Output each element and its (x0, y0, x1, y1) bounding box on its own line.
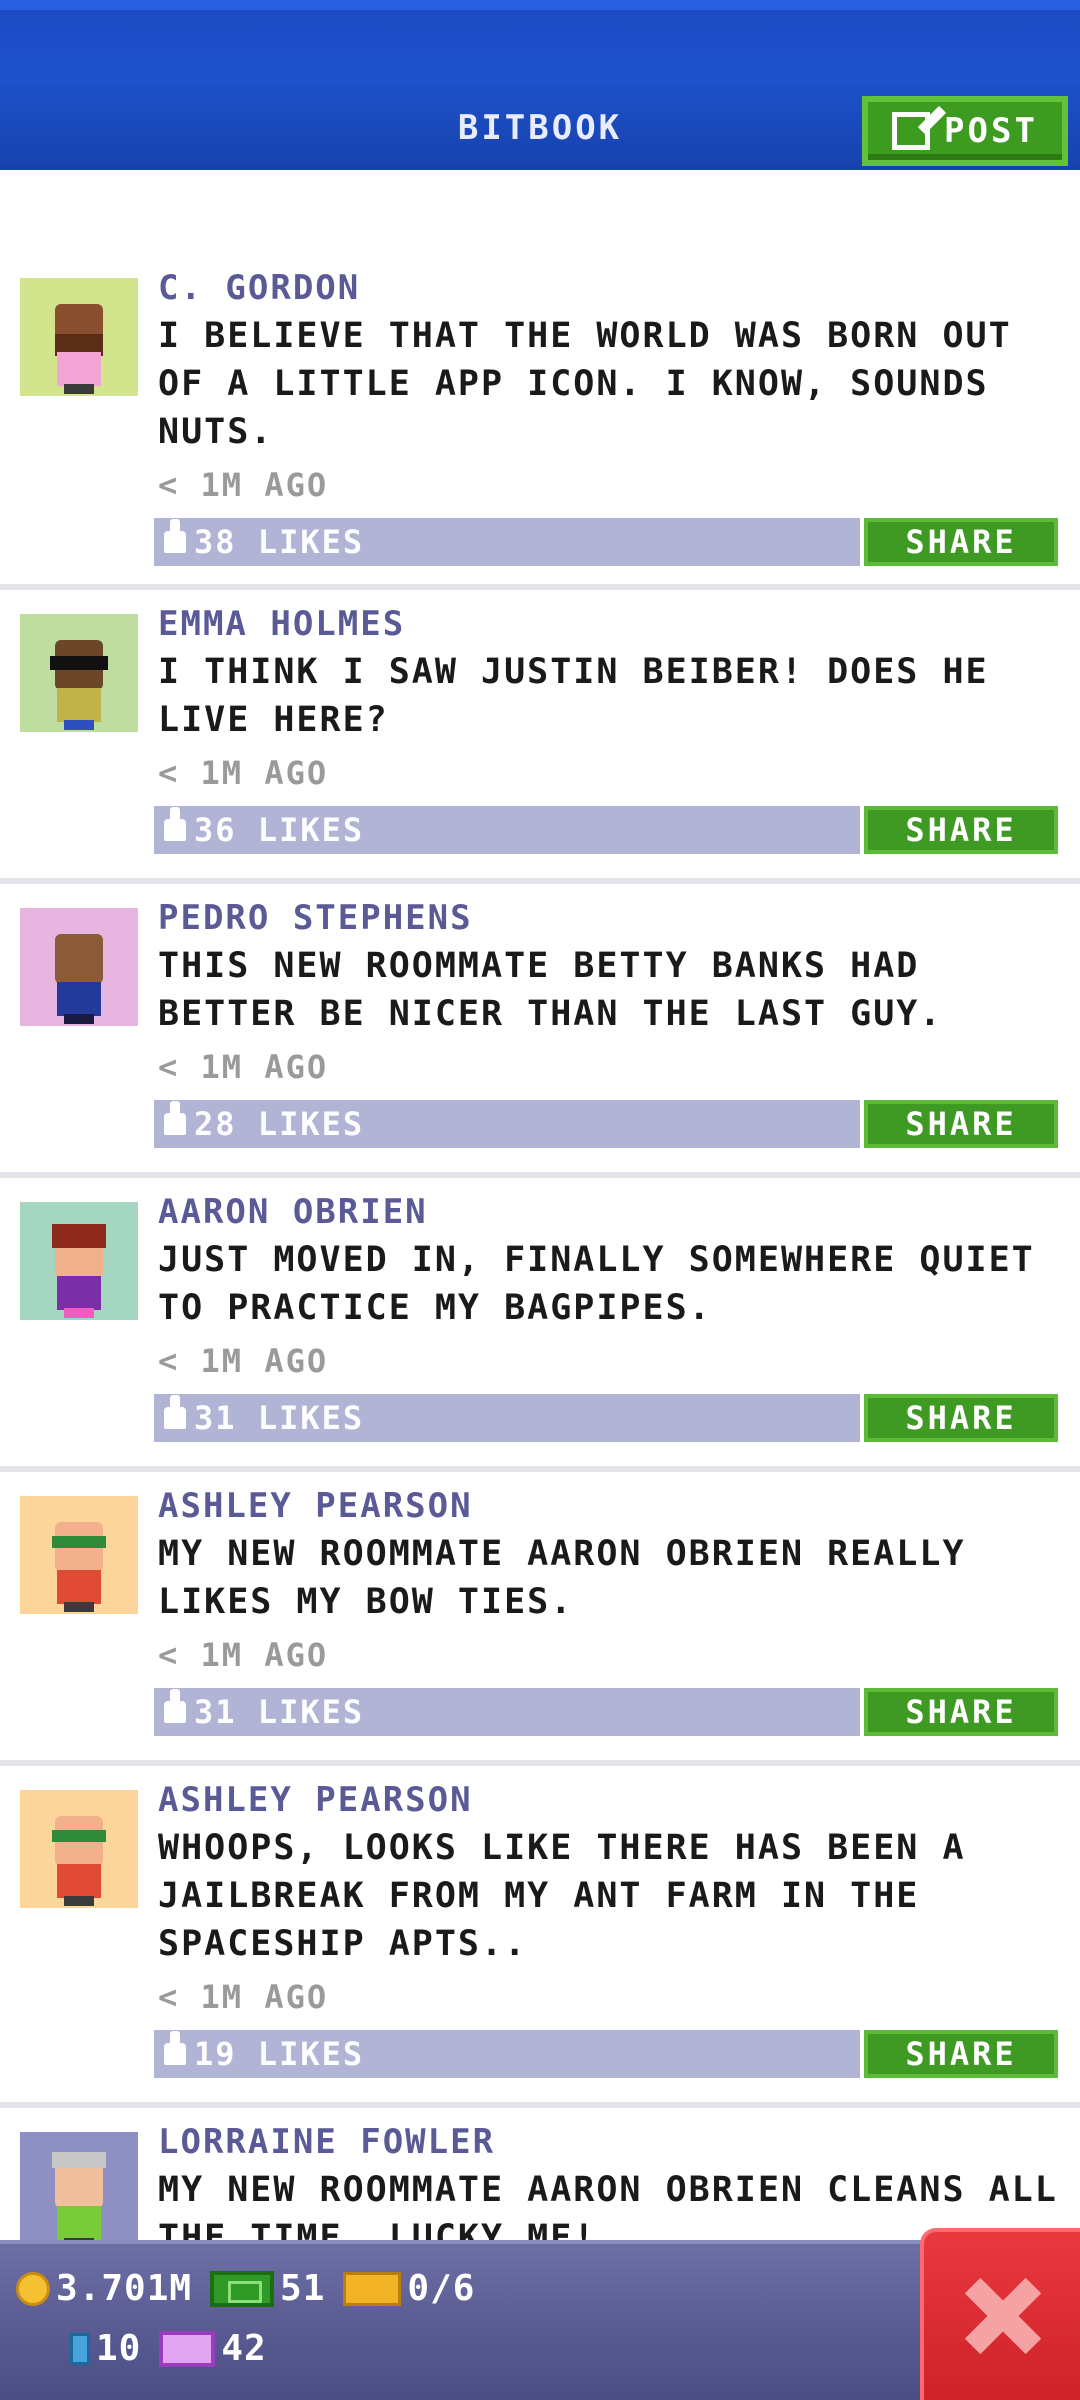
bitbook-feed[interactable]: C. GORDON I BELIEVE THAT THE WORLD WAS B… (0, 170, 1080, 2240)
post-message: MY NEW ROOMMATE AARON OBRIEN REALLY LIKE… (158, 1534, 966, 1622)
share-button[interactable]: SHARE (864, 1100, 1058, 1148)
thumbs-up-icon (164, 1689, 186, 1723)
coins-counter: 3.701M (16, 2268, 192, 2309)
post-message: WHOOPS, LOOKS LIKE THERE HAS BEEN A JAIL… (158, 1828, 966, 1964)
likes-bar[interactable]: 28 LIKES (154, 1100, 860, 1148)
thumbs-up-icon (164, 1395, 186, 1429)
feed-post: ASHLEY PEARSON MY NEW ROOMMATE AARON OBR… (0, 1478, 1080, 1766)
feed-post: ASHLEY PEARSON WHOOPS, LOOKS LIKE THERE … (0, 1772, 1080, 2108)
items-value: 10 (96, 2328, 142, 2369)
post-author[interactable]: ASHLEY PEARSON (158, 1486, 473, 1526)
likes-count: 31 LIKES (194, 1693, 365, 1731)
likes-bar[interactable]: 19 LIKES (154, 2030, 860, 2078)
thumbs-up-icon (164, 1101, 186, 1135)
feed-post: LORRAINE FOWLER MY NEW ROOMMATE AARON OB… (0, 2114, 1080, 2240)
likes-bar[interactable]: 38 LIKES (154, 518, 860, 566)
coins-value: 3.701M (56, 2268, 193, 2309)
item-icon (70, 2332, 90, 2365)
tickets-counter: 0/6 (343, 2268, 475, 2309)
bux-icon (210, 2270, 275, 2307)
close-button[interactable] (920, 2228, 1080, 2400)
post-message: I THINK I SAW JUSTIN BEIBER! DOES HE LIV… (158, 652, 989, 740)
thumbs-up-icon (164, 807, 186, 841)
coin-icon (16, 2271, 50, 2306)
post-message: MY NEW ROOMMATE AARON OBRIEN CLEANS ALL … (158, 2170, 1058, 2240)
compose-icon (892, 112, 931, 150)
post-author[interactable]: ASHLEY PEARSON (158, 1780, 473, 1820)
close-icon (967, 2281, 1037, 2351)
thumbs-up-icon (164, 2031, 186, 2065)
share-button[interactable]: SHARE (864, 1394, 1058, 1442)
likes-count: 28 LIKES (194, 1105, 365, 1143)
vip-icon (159, 2330, 216, 2367)
feed-post: EMMA HOLMES I THINK I SAW JUSTIN BEIBER!… (0, 596, 1080, 884)
feed-post: AARON OBRIEN JUST MOVED IN, FINALLY SOME… (0, 1184, 1080, 1472)
tickets-value: 0/6 (407, 2268, 476, 2309)
bux-value: 51 (280, 2268, 326, 2309)
likes-bar[interactable]: 31 LIKES (154, 1394, 860, 1442)
avatar (20, 1790, 138, 1908)
post-message: JUST MOVED IN, FINALLY SOMEWHERE QUIET T… (158, 1240, 1035, 1328)
post-time: < 1M AGO (158, 466, 329, 504)
post-author[interactable]: AARON OBRIEN (158, 1192, 428, 1232)
post-author[interactable]: EMMA HOLMES (158, 604, 405, 644)
post-time: < 1M AGO (158, 1978, 329, 2016)
avatar (20, 2132, 138, 2240)
post-author[interactable]: C. GORDON (158, 268, 360, 308)
post-time: < 1M AGO (158, 1342, 329, 1380)
app-header: BITBOOK POST (0, 0, 1080, 170)
avatar (20, 908, 138, 1026)
avatar (20, 278, 138, 396)
avatar (20, 1496, 138, 1614)
post-message: I BELIEVE THAT THE WORLD WAS BORN OUT OF… (158, 316, 1012, 452)
items-counter: 10 (70, 2328, 141, 2369)
post-time: < 1M AGO (158, 1048, 329, 1086)
likes-count: 19 LIKES (194, 2035, 365, 2073)
post-message: THIS NEW ROOMMATE BETTY BANKS HAD BETTER… (158, 946, 943, 1034)
share-button[interactable]: SHARE (864, 518, 1058, 566)
share-button[interactable]: SHARE (864, 806, 1058, 854)
bux-counter[interactable]: 51 (210, 2268, 325, 2309)
vip-value: 42 (221, 2328, 267, 2369)
ticket-icon (343, 2271, 402, 2306)
likes-bar[interactable]: 31 LIKES (154, 1688, 860, 1736)
avatar (20, 614, 138, 732)
share-button[interactable]: SHARE (864, 2030, 1058, 2078)
post-author[interactable]: LORRAINE FOWLER (158, 2122, 495, 2162)
likes-bar[interactable]: 36 LIKES (154, 806, 860, 854)
likes-count: 38 LIKES (194, 523, 365, 561)
post-time: < 1M AGO (158, 1636, 329, 1674)
share-button[interactable]: SHARE (864, 1688, 1058, 1736)
post-author[interactable]: PEDRO STEPHENS (158, 898, 473, 938)
avatar (20, 1202, 138, 1320)
resource-bar: 3.701M 51 0/6 10 42 (0, 2240, 1080, 2400)
feed-post: PEDRO STEPHENS THIS NEW ROOMMATE BETTY B… (0, 890, 1080, 1178)
post-time: < 1M AGO (158, 754, 329, 792)
post-button[interactable]: POST (862, 96, 1068, 166)
feed-post: C. GORDON I BELIEVE THAT THE WORLD WAS B… (0, 260, 1080, 590)
likes-count: 31 LIKES (194, 1399, 365, 1437)
likes-count: 36 LIKES (194, 811, 365, 849)
thumbs-up-icon (164, 519, 186, 553)
post-button-label: POST (944, 111, 1038, 151)
vip-counter: 42 (159, 2328, 266, 2369)
